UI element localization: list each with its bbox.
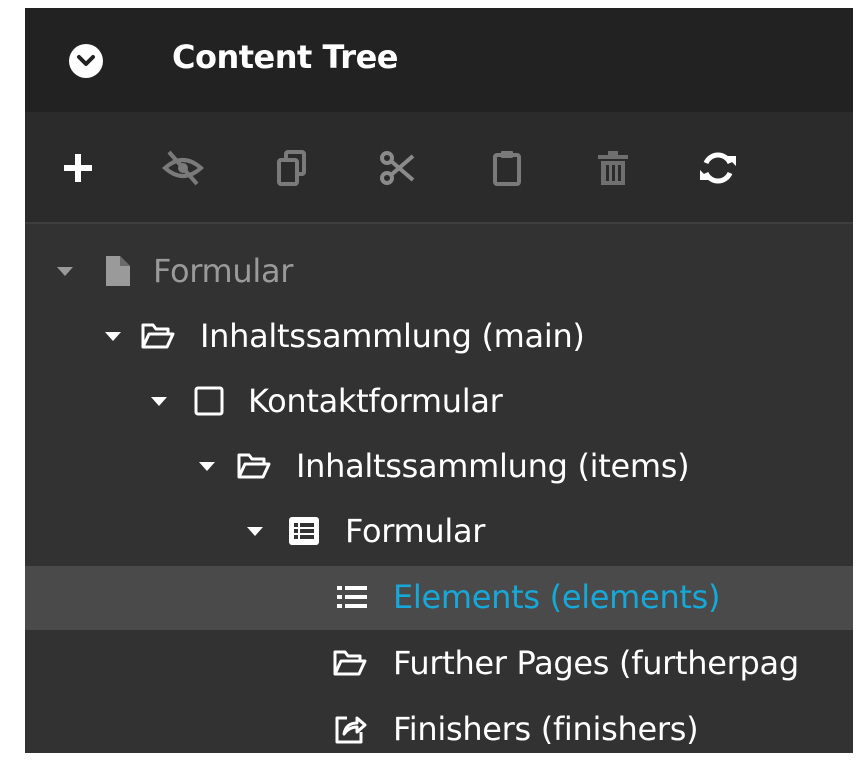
toolbar: [25, 112, 853, 224]
tree-node-label: Finishers (finishers): [393, 710, 699, 748]
cut-button[interactable]: [378, 148, 418, 188]
trash-icon: [598, 151, 628, 185]
folder-open-icon: [333, 650, 367, 676]
share-square-icon: [335, 716, 367, 744]
content-tree-panel: Content Tree Formular Inhaltssammlung (m…: [25, 8, 853, 753]
add-button[interactable]: [58, 148, 98, 188]
tree-node-label: Kontaktformular: [248, 382, 503, 420]
list-box-icon: [289, 517, 319, 545]
tree-node-formular-root[interactable]: Formular: [25, 240, 853, 304]
square-icon: [194, 386, 224, 416]
list-icon: [337, 586, 367, 608]
chevron-down-icon: [77, 55, 95, 66]
copy-icon: [277, 150, 306, 186]
caret-down-icon[interactable]: [245, 523, 265, 539]
plus-icon: [64, 154, 92, 182]
hide-button[interactable]: [161, 148, 205, 188]
folder-open-icon: [237, 453, 271, 479]
tree-node-formular[interactable]: Formular: [25, 500, 853, 564]
document-icon: [106, 256, 130, 286]
refresh-icon: [700, 152, 736, 184]
caret-down-icon[interactable]: [197, 458, 217, 474]
refresh-button[interactable]: [698, 148, 738, 188]
caret-down-icon[interactable]: [103, 328, 123, 344]
eye-slash-icon: [161, 150, 205, 186]
clipboard-icon: [493, 151, 521, 186]
tree-node-label: Elements (elements): [393, 578, 721, 616]
tree-node-label: Formular: [345, 512, 486, 550]
caret-down-icon[interactable]: [149, 393, 169, 409]
caret-down-icon[interactable]: [55, 263, 75, 279]
folder-open-icon: [141, 323, 175, 349]
tree-node-elements[interactable]: Elements (elements): [25, 566, 853, 630]
paste-button[interactable]: [487, 148, 527, 188]
scissors-icon: [380, 151, 415, 185]
tree-node-label: Formular: [153, 252, 294, 290]
tree-node-label: Inhaltssammlung (main): [200, 317, 585, 355]
tree-node-kontaktformular[interactable]: Kontaktformular: [25, 370, 853, 434]
tree-node-label: Inhaltssammlung (items): [296, 447, 690, 485]
copy-button[interactable]: [273, 148, 313, 188]
tree-node-further-pages[interactable]: Further Pages (furtherpag: [25, 632, 853, 696]
panel-header: Content Tree: [25, 8, 853, 112]
collapse-button[interactable]: [69, 44, 103, 78]
tree-node-finishers[interactable]: Finishers (finishers): [25, 698, 853, 753]
tree-node-inhaltssammlung-items[interactable]: Inhaltssammlung (items): [25, 435, 853, 499]
panel-title: Content Tree: [172, 38, 398, 76]
delete-button[interactable]: [593, 148, 633, 188]
tree-node-inhaltssammlung-main[interactable]: Inhaltssammlung (main): [25, 305, 853, 369]
tree-node-label: Further Pages (furtherpag: [393, 644, 799, 682]
